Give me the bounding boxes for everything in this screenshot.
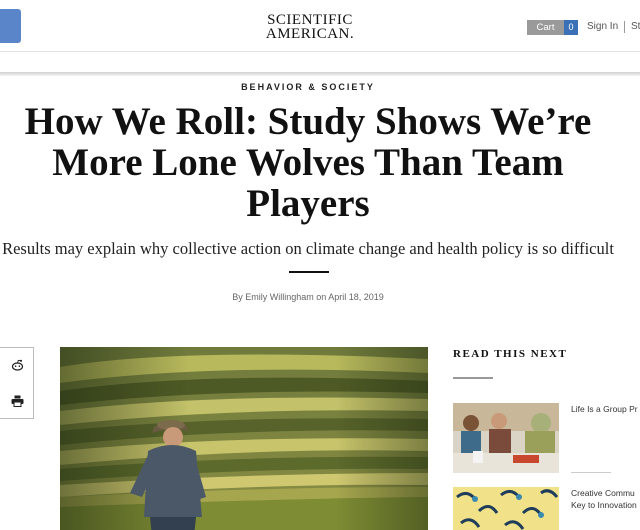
- read-next-link-1[interactable]: Life Is a Group Pr: [571, 403, 640, 415]
- nav-shadow-bar: [0, 72, 640, 76]
- cart-count-badge: 0: [564, 20, 578, 35]
- reddit-icon[interactable]: [8, 356, 26, 374]
- field-farmer-illustration: [60, 347, 428, 530]
- subscribe-link[interactable]: St: [631, 21, 640, 32]
- hero-image: [60, 347, 428, 530]
- article-category[interactable]: BEHAVIOR & SOCIETY: [0, 82, 616, 92]
- print-glyph: [11, 395, 23, 407]
- read-next-divider: [453, 377, 493, 379]
- article-dek: Results may explain why collective actio…: [2, 239, 614, 258]
- site-header: SCIENTIFIC AMERICAN. Cart 0 Sign In St: [0, 0, 640, 52]
- header-divider: [624, 21, 625, 33]
- menu-button[interactable]: [0, 9, 21, 43]
- read-next-thumb-2[interactable]: [453, 487, 559, 530]
- classroom-photo: [453, 403, 559, 473]
- creative-pattern-image: [453, 487, 559, 530]
- print-icon[interactable]: [8, 392, 26, 410]
- read-next-thumb-1[interactable]: [453, 403, 559, 473]
- site-logo[interactable]: SCIENTIFIC AMERICAN.: [255, 12, 365, 42]
- cart-button[interactable]: Cart 0: [527, 20, 578, 35]
- read-next-link-2-line-1: Creative Commu: [571, 488, 635, 498]
- logo-line-2: AMERICAN.: [265, 26, 355, 42]
- share-rail: [0, 347, 34, 419]
- logo-line-1: SCIENTIFIC: [267, 12, 353, 28]
- read-next-heading: READ THIS NEXT: [453, 348, 568, 360]
- sign-in-link[interactable]: Sign In: [587, 21, 618, 32]
- read-next-link-2-line-2: Key to Innovation: [571, 500, 637, 510]
- reddit-glyph: [11, 359, 23, 371]
- article-title: How We Roll: Study Shows We’re More Lone…: [24, 100, 592, 225]
- title-divider: [289, 271, 329, 273]
- read-next-link-2[interactable]: Creative Commu Key to Innovation: [571, 487, 640, 511]
- article-byline: By Emily Willingham on April 18, 2019: [232, 292, 384, 302]
- cart-label: Cart: [527, 20, 564, 35]
- read-next-separator: [571, 472, 611, 473]
